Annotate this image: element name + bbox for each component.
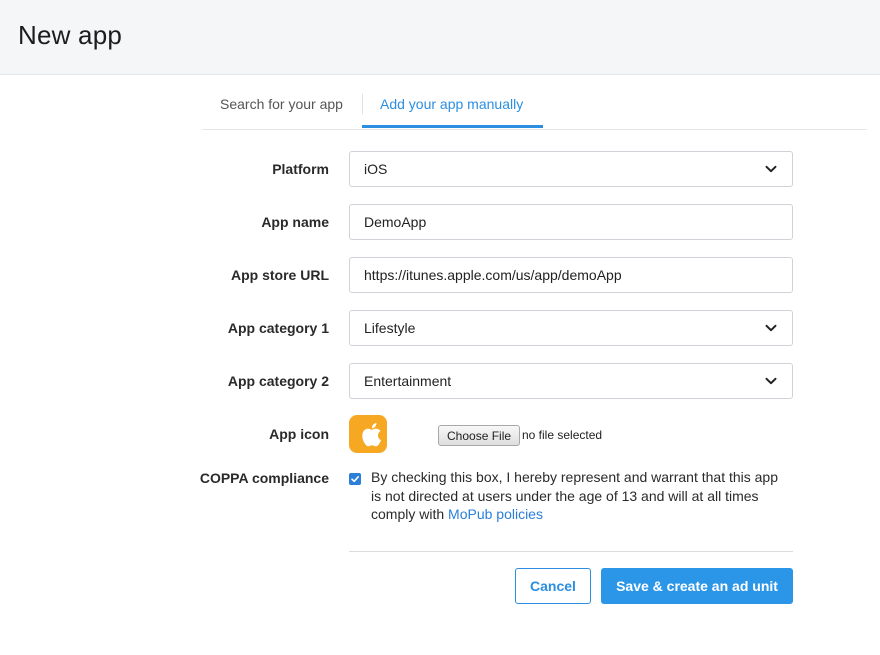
checkmark-icon: [351, 476, 359, 483]
tab-bar: Search for your app Add your app manuall…: [202, 75, 867, 130]
app-category-2-value: Entertainment: [364, 373, 452, 389]
app-category-1-label: App category 1: [227, 320, 329, 336]
chevron-down-icon: [764, 321, 778, 335]
save-create-ad-unit-button[interactable]: Save & create an ad unit: [601, 568, 793, 604]
app-name-value: DemoApp: [364, 214, 427, 230]
app-category-1-value: Lifestyle: [364, 320, 416, 336]
app-store-url-value: https://itunes.apple.com/us/app/demoApp: [364, 267, 622, 283]
chevron-down-icon: [764, 374, 778, 388]
app-name-input[interactable]: DemoApp: [349, 204, 793, 240]
mopub-policies-link[interactable]: MoPub policies: [448, 506, 543, 522]
app-name-label: App name: [261, 214, 329, 230]
chevron-down-icon: [764, 162, 778, 176]
app-icon-label: App icon: [269, 426, 329, 442]
app-category-2-label: App category 2: [227, 373, 329, 389]
coppa-statement-text: By checking this box, I hereby represent…: [371, 469, 779, 522]
tab-search-for-app[interactable]: Search for your app: [220, 96, 343, 112]
form-divider: [349, 551, 793, 552]
coppa-label: COPPA compliance: [199, 470, 329, 486]
active-tab-indicator: [362, 125, 543, 128]
choose-file-button[interactable]: Choose File: [438, 425, 521, 446]
coppa-statement: By checking this box, I hereby represent…: [371, 468, 791, 524]
page-title: New app: [18, 20, 123, 50]
app-category-1-select[interactable]: Lifestyle: [349, 310, 793, 346]
tab-add-app-manually[interactable]: Add your app manually: [380, 96, 523, 112]
platform-select[interactable]: iOS: [349, 151, 793, 187]
cancel-button[interactable]: Cancel: [515, 568, 591, 604]
app-store-url-label: App store URL: [231, 267, 329, 283]
page-header: New app: [0, 0, 880, 75]
app-store-url-input[interactable]: https://itunes.apple.com/us/app/demoApp: [349, 257, 793, 293]
app-category-2-select[interactable]: Entertainment: [349, 363, 793, 399]
platform-label: Platform: [272, 161, 329, 177]
tab-separator: [362, 94, 363, 114]
file-status-text: no file selected: [522, 428, 603, 442]
app-icon-preview: [349, 415, 387, 453]
apple-logo-icon: [362, 423, 381, 447]
platform-value: iOS: [364, 161, 388, 177]
coppa-checkbox[interactable]: [349, 473, 361, 485]
